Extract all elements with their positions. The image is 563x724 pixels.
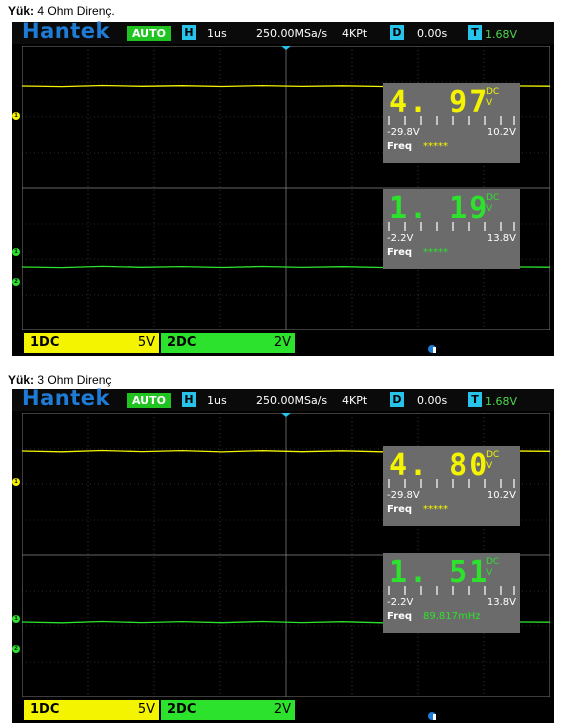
ch2-min: -2.2V	[387, 597, 414, 608]
delay-value: 0.00s	[417, 394, 448, 407]
trigger-mode-badge: AUTO	[127, 393, 171, 408]
ch1-freq-value: *****	[423, 504, 448, 515]
ch2-freq-value: 89.817mHz	[423, 611, 481, 622]
sample-rate: 250.00MSa/s	[256, 394, 328, 407]
trigger-icon: T	[468, 392, 482, 407]
delay-icon: D	[390, 25, 404, 40]
ch1-measurement-box: 4. 80 DC V -29.8V 10.2V Freq *****	[383, 446, 520, 526]
ch1-freq-label: Freq	[387, 141, 413, 152]
channel-status-bar: 1DC 5V 2DC 2V	[12, 330, 554, 356]
trigger-level: 1.68V	[485, 28, 518, 41]
ch2-freq-value: *****	[423, 247, 448, 258]
ch1-max: 10.2V	[486, 127, 516, 138]
ch1-min: -29.8V	[387, 490, 420, 501]
sample-rate: 250.00MSa/s	[256, 27, 328, 40]
ch2-measurement-box: 1. 51 DC V -2.2V 13.8V Freq 89.817mHz	[383, 553, 520, 633]
connection-icon	[428, 712, 436, 720]
ch2-freq-label: Freq	[387, 247, 413, 258]
ch2-range-ticks	[388, 222, 515, 231]
ch2-range-ticks	[388, 586, 515, 595]
ch2-ref-marker: 2	[12, 645, 20, 653]
ch1-measurement-box: 4. 97 DC V -29.8V 10.2V Freq *****	[383, 83, 520, 163]
timebase-value: 1us	[207, 27, 227, 40]
memory-depth: 4KPt	[342, 394, 368, 407]
horizontal-icon: H	[182, 25, 196, 40]
delay-value: 0.00s	[417, 27, 448, 40]
ch2-unit: V	[486, 568, 493, 578]
ch1-range-ticks	[388, 116, 515, 125]
ch2-min: -2.2V	[387, 233, 414, 244]
oscilloscope-screen-1: Hantek AUTO H 1us 250.00MSa/s 4KPt D 0.0…	[12, 19, 554, 356]
panel2-caption: Yük: 3 Ohm Direnç	[8, 373, 112, 387]
ch1-unit: V	[486, 461, 493, 471]
ch2-level-marker: 1	[12, 248, 20, 256]
ch2-status: 2DC 2V	[161, 700, 295, 720]
scope-top-bar: Hantek AUTO H 1us 250.00MSa/s 4KPt D 0.0…	[12, 19, 554, 44]
delay-icon: D	[390, 392, 404, 407]
ch1-status: 1DC 5V	[24, 333, 159, 353]
ch2-max: 13.8V	[486, 597, 516, 608]
brand-logo: Hantek	[22, 19, 110, 43]
ch1-level-marker: 1	[12, 478, 20, 486]
trigger-mode-badge: AUTO	[127, 26, 171, 41]
channel-status-bar: 1DC 5V 2DC 2V	[12, 697, 554, 723]
ch1-coupling: DC	[486, 87, 500, 97]
ch1-level-marker: 1	[12, 112, 20, 120]
ch1-status: 1DC 5V	[24, 700, 159, 720]
oscilloscope-screen-2: Hantek AUTO H 1us 250.00MSa/s 4KPt D 0.0…	[12, 386, 554, 723]
memory-depth: 4KPt	[342, 27, 368, 40]
ch1-freq-value: *****	[423, 141, 448, 152]
brand-logo: Hantek	[22, 386, 110, 410]
horizontal-icon: H	[182, 392, 196, 407]
ch2-max: 13.8V	[486, 233, 516, 244]
ch2-status: 2DC 2V	[161, 333, 295, 353]
trigger-level: 1.68V	[485, 395, 518, 408]
ch2-freq-label: Freq	[387, 611, 413, 622]
ch1-coupling: DC	[486, 450, 500, 460]
connection-icon	[428, 345, 436, 353]
ch1-unit: V	[486, 98, 493, 108]
ch2-coupling: DC	[486, 193, 500, 203]
trigger-position-marker	[281, 413, 291, 417]
ch1-freq-label: Freq	[387, 504, 413, 515]
ch2-coupling: DC	[486, 557, 500, 567]
timebase-value: 1us	[207, 394, 227, 407]
ch2-ref-marker: 2	[12, 278, 20, 286]
ch2-unit: V	[486, 204, 493, 214]
ch1-max: 10.2V	[486, 490, 516, 501]
ch2-measurement-box: 1. 19 DC V -2.2V 13.8V Freq *****	[383, 189, 520, 269]
ch1-min: -29.8V	[387, 127, 420, 138]
ch2-level-marker: 1	[12, 615, 20, 623]
ch1-range-ticks	[388, 479, 515, 488]
trigger-icon: T	[468, 25, 482, 40]
panel1-caption: Yük: 4 Ohm Direnç.	[8, 4, 115, 18]
scope-top-bar: Hantek AUTO H 1us 250.00MSa/s 4KPt D 0.0…	[12, 386, 554, 411]
trigger-position-marker	[281, 46, 291, 50]
